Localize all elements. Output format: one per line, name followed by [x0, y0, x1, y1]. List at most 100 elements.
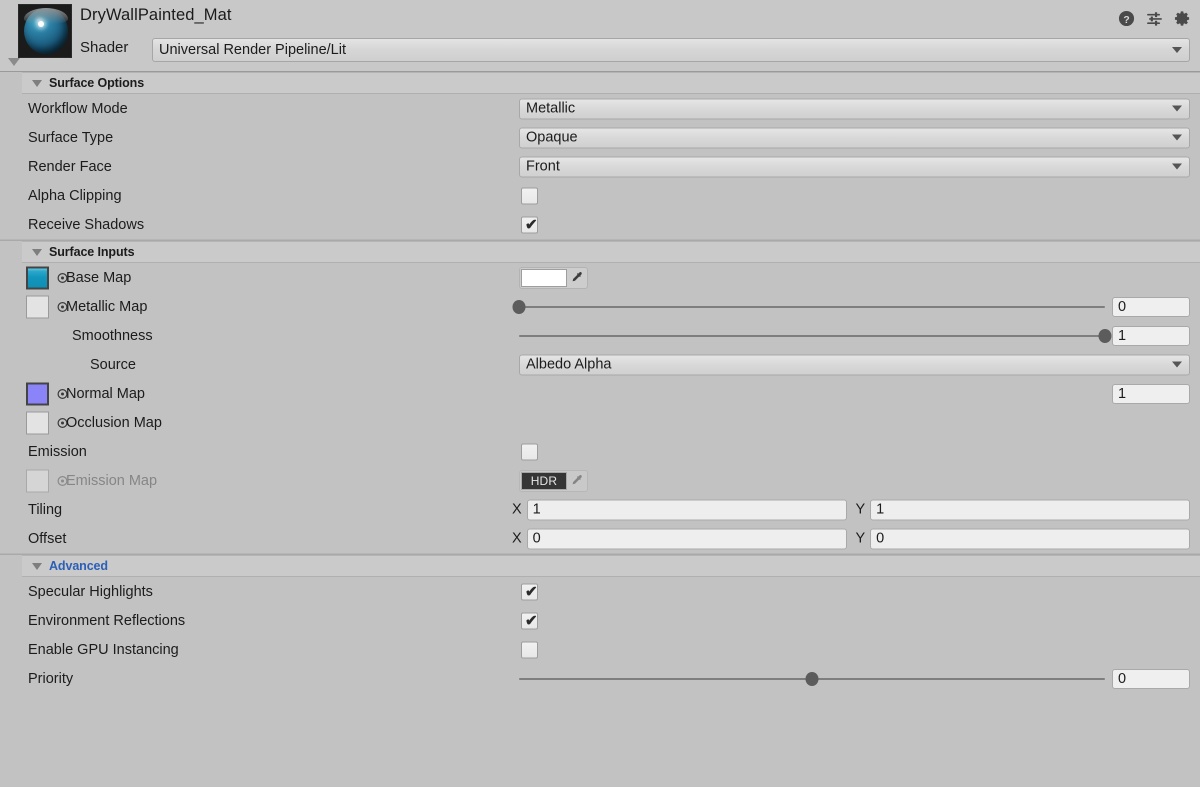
environment-reflections-checkbox[interactable]: ✔ [521, 612, 538, 629]
base-color-swatch[interactable] [521, 268, 567, 287]
smoothness-source-dropdown[interactable]: Albedo Alpha [519, 354, 1190, 375]
slider-knob[interactable] [512, 299, 526, 314]
preset-icon[interactable] [1146, 10, 1163, 27]
row-label: Enable GPU Instancing [28, 641, 179, 658]
emission-map-texture-slot[interactable] [26, 469, 49, 492]
row-label: Offset [28, 530, 67, 547]
specular-highlight [38, 21, 44, 27]
section-title: Surface Inputs [49, 245, 135, 259]
section-title: Advanced [49, 559, 108, 573]
tiling-y-field[interactable]: 1 [870, 499, 1190, 520]
row-label: Emission Map [66, 472, 158, 489]
row-tiling: Tiling X 1 Y 1 [0, 495, 1200, 524]
tiling-xy-fields: X 1 Y 1 [512, 499, 1190, 520]
base-map-color-field [519, 266, 588, 289]
page-title: DryWallPainted_Mat [80, 6, 232, 24]
offset-y-field[interactable]: 0 [870, 528, 1190, 549]
row-label: Alpha Clipping [28, 187, 122, 204]
emission-color-field: HDR [519, 469, 588, 492]
section-header-advanced[interactable]: Advanced [22, 555, 1200, 577]
chevron-down-icon [1172, 163, 1182, 170]
metallic-slider[interactable] [512, 299, 1105, 314]
axis-label-x: X [512, 501, 522, 518]
row-offset: Offset X 0 Y 0 [0, 524, 1200, 553]
offset-x-pair: X 0 [512, 528, 847, 549]
help-icon[interactable]: ? [1118, 10, 1135, 27]
smoothness-value-field[interactable]: 1 [1112, 325, 1190, 346]
shader-row: Shader Universal Render Pipeline/Lit [0, 38, 1200, 64]
row-metallic-map: Metallic Map 0 [0, 292, 1200, 321]
eyedropper-icon[interactable] [567, 269, 587, 287]
emission-checkbox[interactable] [521, 443, 538, 460]
receive-shadows-checkbox[interactable]: ✔ [521, 216, 538, 233]
row-occlusion-map: Occlusion Map [0, 408, 1200, 437]
row-receive-shadows: Receive Shadows ✔ [0, 210, 1200, 239]
metallic-map-texture-slot[interactable] [26, 295, 49, 318]
row-priority: Priority 0 [0, 664, 1200, 693]
row-label: Base Map [66, 269, 132, 286]
row-emission: Emission [0, 437, 1200, 466]
base-map-texture-slot[interactable] [26, 266, 49, 289]
row-workflow-mode: Workflow Mode Metallic [0, 94, 1200, 123]
emission-hdr-swatch[interactable]: HDR [521, 471, 567, 490]
row-label: Specular Highlights [28, 583, 153, 600]
normal-map-texture-slot[interactable] [26, 382, 49, 405]
triangle-down-icon [32, 79, 42, 87]
priority-slider[interactable] [519, 671, 1105, 686]
alpha-clipping-checkbox[interactable] [521, 187, 538, 204]
row-label: Render Face [28, 158, 112, 175]
triangle-down-icon [32, 562, 42, 570]
specular-highlights-checkbox[interactable]: ✔ [521, 583, 538, 600]
checkmark-icon: ✔ [525, 612, 538, 629]
shader-dropdown[interactable]: Universal Render Pipeline/Lit [152, 38, 1190, 62]
row-render-face: Render Face Front [0, 152, 1200, 181]
tiling-y-pair: Y 1 [856, 499, 1190, 520]
section-header-surface-inputs[interactable]: Surface Inputs [22, 241, 1200, 263]
slider-knob[interactable] [805, 671, 819, 686]
slider-track [519, 334, 1105, 337]
normal-map-scale-field[interactable]: 1 [1112, 383, 1190, 404]
inspector-body: Surface Options Workflow Mode Metallic S… [0, 72, 1200, 701]
row-label: Surface Type [28, 129, 114, 146]
workflow-mode-dropdown[interactable]: Metallic [519, 98, 1190, 119]
metallic-value-field[interactable]: 0 [1112, 296, 1190, 317]
gear-icon[interactable] [1174, 10, 1191, 27]
surface-type-dropdown[interactable]: Opaque [519, 127, 1190, 148]
checkmark-icon: ✔ [525, 216, 538, 233]
section-header-surface-options[interactable]: Surface Options [22, 72, 1200, 94]
row-label: Source [90, 356, 136, 373]
offset-xy-fields: X 0 Y 0 [512, 528, 1190, 549]
row-emission-map: Emission Map HDR [0, 466, 1200, 495]
surface-type-value: Opaque [526, 129, 578, 146]
row-label: Tiling [28, 501, 63, 518]
axis-label-y: Y [855, 530, 866, 547]
row-alpha-clipping: Alpha Clipping [0, 181, 1200, 210]
chevron-down-icon [1172, 361, 1182, 368]
slider-knob[interactable] [1098, 328, 1112, 343]
chevron-down-icon [1172, 105, 1182, 112]
checkmark-icon: ✔ [525, 583, 538, 600]
shader-value: Universal Render Pipeline/Lit [159, 42, 346, 58]
eyedropper-icon[interactable] [567, 472, 587, 490]
row-base-map: Base Map [0, 263, 1200, 292]
render-face-dropdown[interactable]: Front [519, 156, 1190, 177]
offset-x-field[interactable]: 0 [526, 528, 847, 549]
inspector-header: DryWallPainted_Mat ? Shader Universal Re… [0, 0, 1200, 72]
priority-value-field[interactable]: 0 [1112, 668, 1190, 689]
smoothness-source-value: Albedo Alpha [526, 356, 612, 373]
offset-y-pair: Y 0 [855, 528, 1190, 549]
smoothness-slider[interactable] [519, 328, 1112, 343]
enable-gpu-instancing-checkbox[interactable] [521, 641, 538, 658]
row-label: Normal Map [66, 385, 145, 402]
slider-track [519, 305, 1105, 308]
row-label: Priority [28, 670, 74, 687]
row-smoothness-source: Source Albedo Alpha [0, 350, 1200, 379]
chevron-down-icon [1172, 47, 1182, 53]
header-icon-group: ? [1118, 10, 1191, 27]
row-label: Environment Reflections [28, 612, 186, 629]
occlusion-map-texture-slot[interactable] [26, 411, 49, 434]
tiling-x-field[interactable]: 1 [526, 499, 847, 520]
inspector-foldout-toggle[interactable] [8, 58, 20, 66]
hdr-badge: HDR [530, 473, 558, 488]
row-specular-highlights: Specular Highlights ✔ [0, 577, 1200, 606]
